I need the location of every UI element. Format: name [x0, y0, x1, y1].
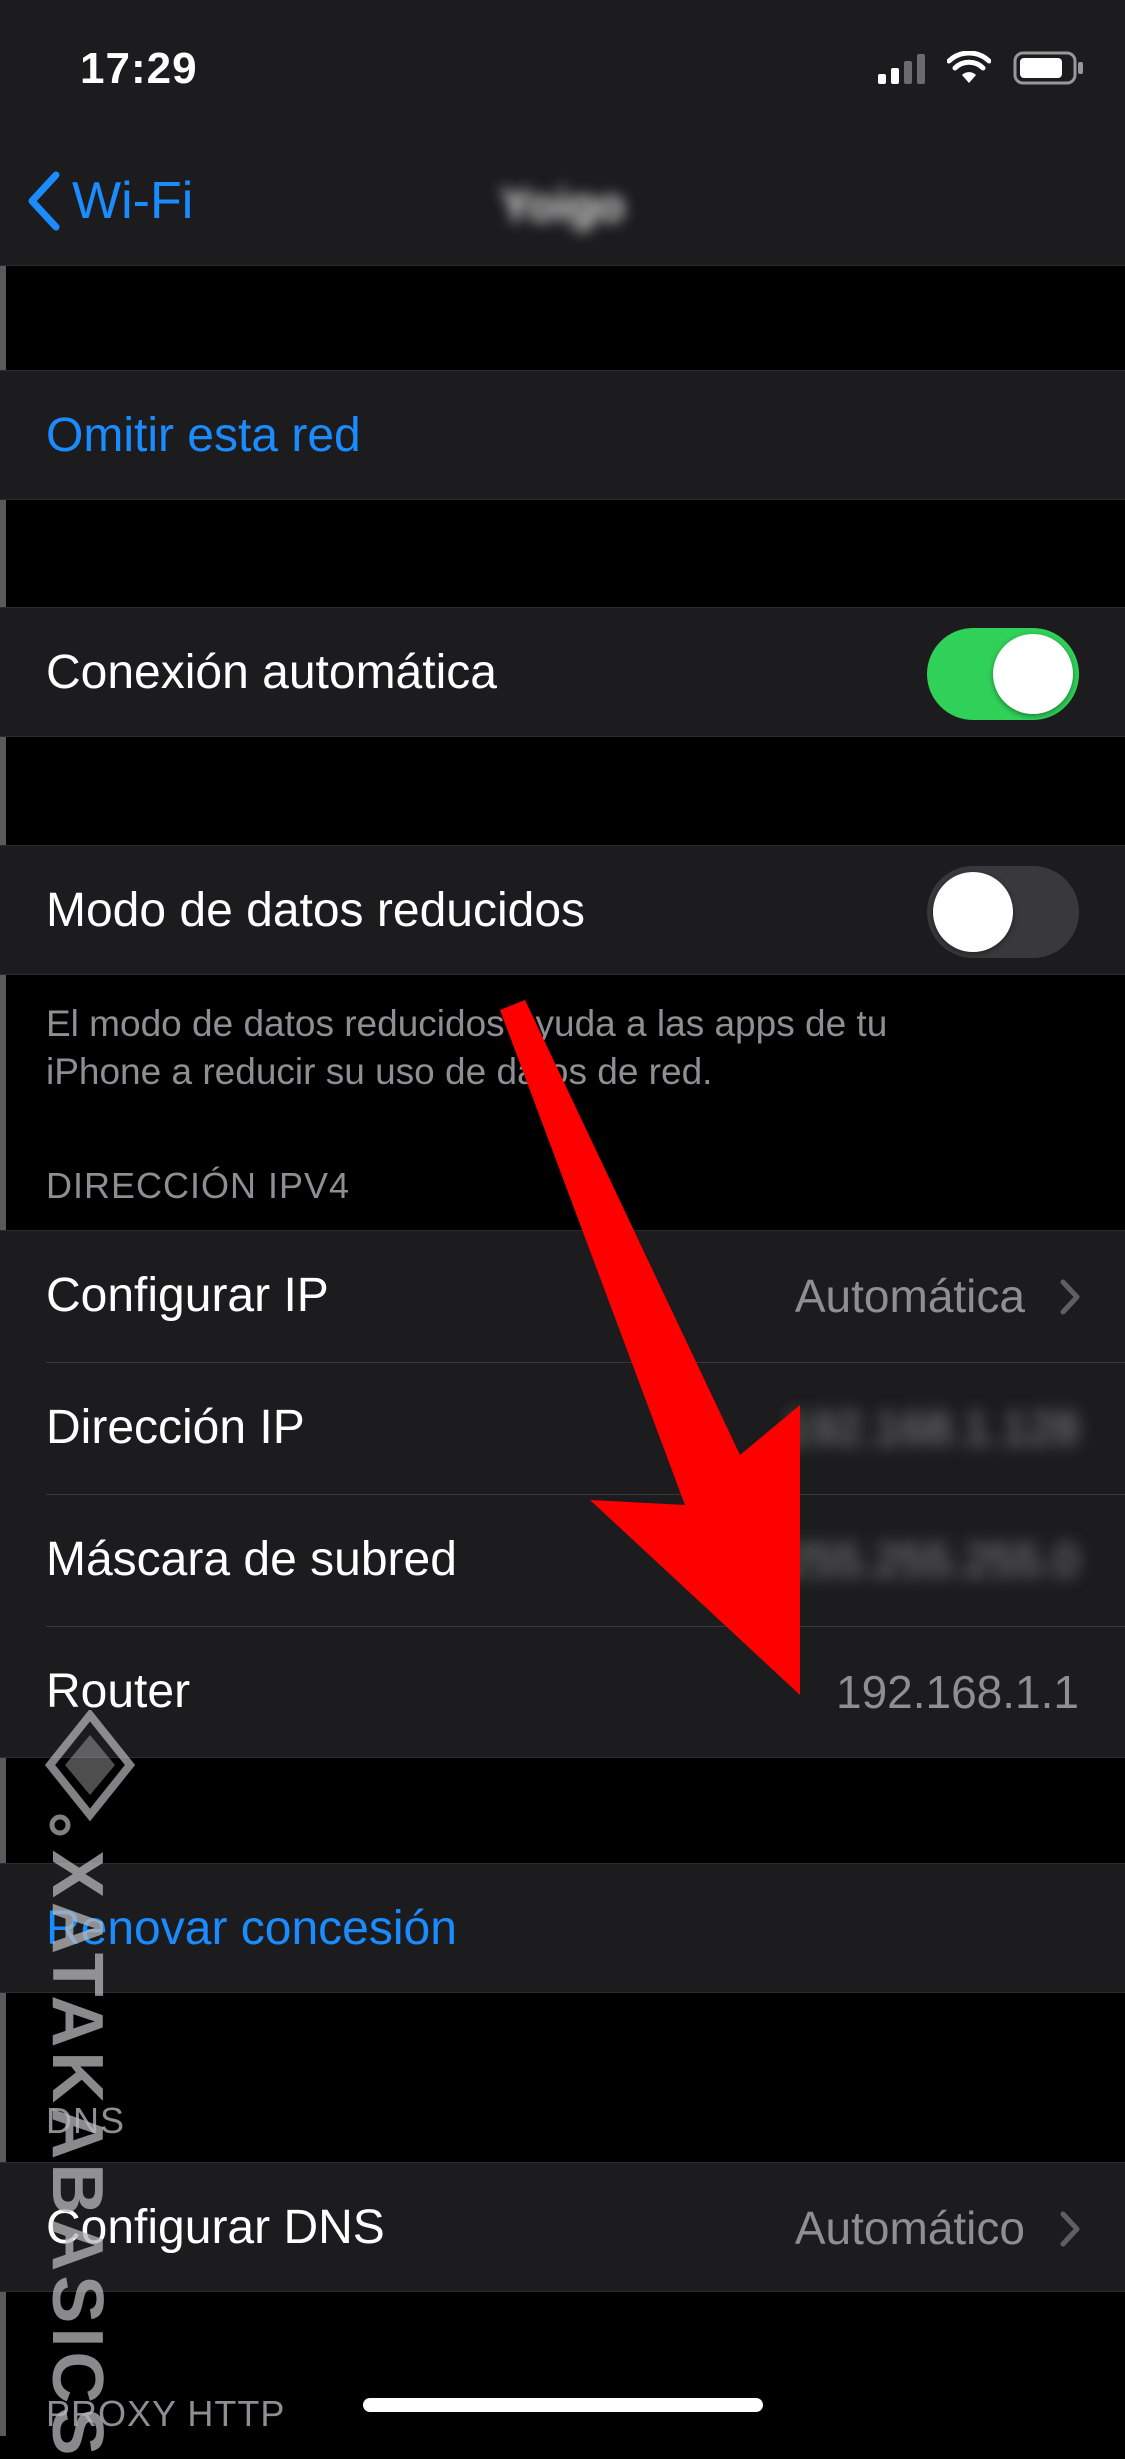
subnet-mask-value: 255.255.255.0 [784, 1534, 1079, 1586]
watermark-logo-icon [44, 1710, 136, 1836]
chevron-right-icon [1060, 1279, 1080, 1315]
configure-dns-value: Automático [794, 2202, 1025, 2254]
configure-ip-label: Configurar IP [46, 1269, 329, 1322]
subnet-mask-row: Máscara de subred 255.255.255.0 [0, 1495, 1125, 1625]
wifi-icon [947, 51, 991, 83]
low-data-mode-toggle[interactable] [927, 866, 1079, 958]
status-icons [878, 50, 1085, 86]
navigation-bar: Wi-Fi Yoigo [0, 140, 1125, 266]
battery-icon [1013, 51, 1083, 85]
auto-join-row: Conexión automática [0, 607, 1125, 737]
forget-network-label: Omitir esta red [46, 409, 361, 462]
left-edge-bar [0, 0, 6, 2436]
router-row: Router 192.168.1.1 [0, 1627, 1125, 1757]
status-bar: 17:29 [0, 0, 1125, 140]
router-value: 192.168.1.1 [835, 1666, 1079, 1718]
toggle-knob [933, 872, 1013, 952]
configure-dns-row[interactable]: Configurar DNS Automático [0, 2162, 1125, 2292]
ipv4-section-header: DIRECCIÓN IPV4 [46, 1165, 351, 1206]
low-data-mode-footer: El modo de datos reducidos ayuda a las a… [46, 1003, 888, 1092]
home-indicator[interactable] [363, 2398, 763, 2412]
status-time: 17:29 [80, 44, 198, 93]
low-data-mode-label: Modo de datos reducidos [46, 884, 586, 937]
auto-join-toggle[interactable] [927, 628, 1079, 720]
auto-join-label: Conexión automática [46, 646, 497, 699]
network-name-title: Yoigo [500, 179, 625, 231]
toggle-knob [993, 634, 1073, 714]
forget-network-button[interactable]: Omitir esta red [0, 370, 1125, 500]
configure-ip-row[interactable]: Configurar IP Automática [0, 1231, 1125, 1361]
chevron-right-icon [1060, 2211, 1080, 2247]
ip-address-value: 192.168.1.128 [784, 1402, 1079, 1454]
subnet-mask-label: Máscara de subred [46, 1533, 457, 1586]
signal-icon [878, 52, 925, 84]
low-data-mode-row: Modo de datos reducidos [0, 845, 1125, 975]
watermark-text: XATAKABASICS [37, 1850, 117, 2459]
ip-address-row: Dirección IP 192.168.1.128 [0, 1363, 1125, 1493]
arrow-annotation-icon [500, 1000, 800, 1695]
configure-ip-value: Automática [794, 1270, 1025, 1322]
ip-address-label: Dirección IP [46, 1401, 305, 1454]
ipv4-group: Configurar IP Automática Dirección IP 19… [0, 1230, 1125, 1758]
renew-lease-button[interactable]: Renovar concesión [0, 1863, 1125, 1993]
